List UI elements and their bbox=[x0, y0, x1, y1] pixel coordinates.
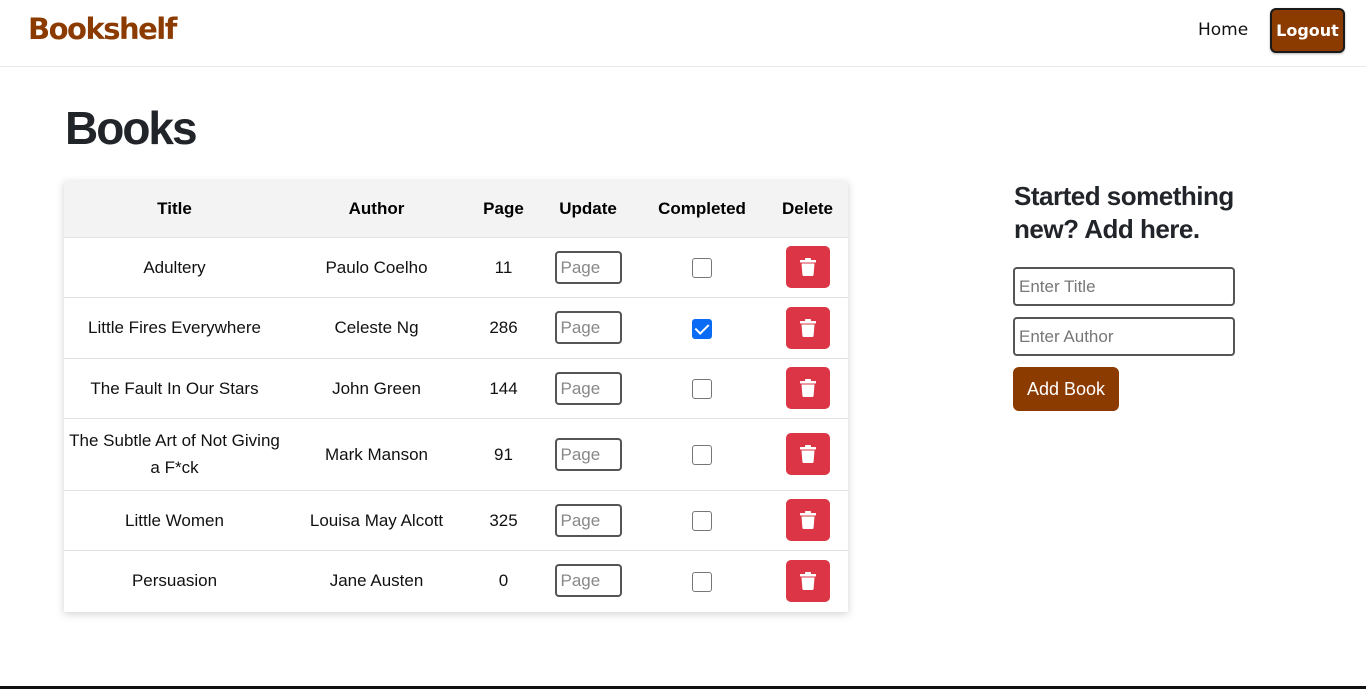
trash-icon bbox=[799, 258, 816, 276]
table-body: Adultery Paulo Coelho 11 Page Little Fires E… bbox=[64, 237, 848, 611]
table-row: The Subtle Art of Not Giving a F*ck Mark … bbox=[64, 418, 848, 490]
cell-delete bbox=[767, 490, 848, 550]
books-table: Title Author Page Update Completed Delet… bbox=[64, 181, 848, 611]
completed-checkbox[interactable] bbox=[692, 445, 712, 466]
cell-author: Paulo Coelho bbox=[325, 257, 428, 277]
trash-icon bbox=[799, 571, 816, 590]
page-update-input[interactable]: Page bbox=[554, 564, 622, 598]
table-row: Little Fires Everywhere Celeste Ng 286 Page bbox=[64, 297, 848, 358]
completed-checkbox[interactable] bbox=[692, 379, 712, 400]
table-row: Persuasion Jane Austen 0 Page bbox=[64, 550, 848, 611]
delete-button[interactable] bbox=[785, 246, 830, 288]
cell-update: Page bbox=[539, 550, 637, 611]
page-update-input[interactable]: Page bbox=[554, 437, 622, 471]
table-header-row: Title Author Page Update Completed Delet… bbox=[64, 181, 848, 237]
navbar: Bookshelf Home Logout bbox=[0, 0, 1366, 67]
cell-completed bbox=[637, 550, 767, 611]
cell-completed bbox=[637, 297, 767, 358]
column-header-title: Title bbox=[157, 198, 192, 218]
cell-author: Mark Manson bbox=[325, 444, 428, 464]
delete-button[interactable] bbox=[785, 433, 830, 475]
column-header-delete: Delete bbox=[781, 198, 834, 218]
cell-page: 0 bbox=[498, 571, 509, 591]
cell-delete bbox=[767, 358, 848, 418]
column-header-page: Page bbox=[483, 198, 524, 218]
completed-checkbox[interactable] bbox=[692, 258, 712, 279]
table-row: Little Women Louisa May Alcott 325 Page bbox=[64, 490, 848, 550]
cell-title: The Fault In Our Stars bbox=[90, 378, 259, 398]
page-update-input[interactable]: Page bbox=[554, 250, 622, 284]
delete-button[interactable] bbox=[785, 499, 830, 541]
cell-update: Page bbox=[539, 490, 637, 550]
cell-delete bbox=[767, 418, 848, 490]
add-book-heading: Started something new? Add here. bbox=[1014, 181, 1234, 244]
column-header-update: Update bbox=[559, 198, 617, 218]
delete-button[interactable] bbox=[785, 559, 830, 602]
logout-button[interactable]: Logout bbox=[1270, 8, 1345, 53]
cell-completed bbox=[637, 237, 767, 297]
cell-delete bbox=[767, 237, 848, 297]
enter-author-input[interactable]: Enter Author bbox=[1013, 317, 1235, 356]
column-header-author: Author bbox=[348, 198, 405, 218]
completed-checkbox[interactable] bbox=[692, 318, 712, 339]
brand-logo[interactable]: Bookshelf bbox=[28, 12, 177, 46]
enter-title-input[interactable]: Enter Title bbox=[1013, 267, 1235, 306]
cell-page: 91 bbox=[494, 444, 513, 464]
page-update-input[interactable]: Page bbox=[554, 371, 622, 405]
cell-update: Page bbox=[539, 297, 637, 358]
cell-page: 144 bbox=[489, 378, 518, 398]
cell-completed bbox=[637, 490, 767, 550]
trash-icon bbox=[799, 445, 816, 463]
delete-button[interactable] bbox=[785, 306, 830, 349]
cell-delete bbox=[767, 297, 848, 358]
cell-update: Page bbox=[539, 237, 637, 297]
cell-title: Persuasion bbox=[131, 571, 218, 591]
books-table-card: Title Author Page Update Completed Delet… bbox=[64, 181, 848, 612]
trash-icon bbox=[799, 318, 816, 337]
delete-button[interactable] bbox=[785, 367, 830, 409]
cell-page: 11 bbox=[494, 257, 513, 277]
page-update-input[interactable]: Page bbox=[554, 311, 622, 344]
cell-author: Jane Austen bbox=[329, 571, 424, 591]
cell-update: Page bbox=[539, 418, 637, 490]
cell-completed bbox=[637, 358, 767, 418]
table-row: The Fault In Our Stars John Green 144 Page bbox=[64, 358, 848, 418]
nav-home-link[interactable]: Home bbox=[1198, 20, 1248, 40]
cell-title: Adultery bbox=[143, 257, 206, 277]
cell-delete bbox=[767, 550, 848, 611]
completed-checkbox[interactable] bbox=[692, 571, 712, 592]
cell-page: 325 bbox=[489, 510, 518, 530]
cell-page: 286 bbox=[489, 318, 518, 337]
add-book-button[interactable]: Add Book bbox=[1013, 367, 1119, 411]
completed-checkbox[interactable] bbox=[692, 511, 712, 532]
trash-icon bbox=[799, 379, 816, 397]
cell-author: Celeste Ng bbox=[334, 318, 419, 337]
page-title: Books bbox=[65, 102, 198, 154]
cell-update: Page bbox=[539, 358, 637, 418]
cell-author: John Green bbox=[332, 378, 421, 398]
page-update-input[interactable]: Page bbox=[554, 503, 622, 537]
cell-title: The Subtle Art of Not Giving a F*ck bbox=[69, 431, 280, 477]
trash-icon bbox=[799, 511, 816, 529]
cell-author: Louisa May Alcott bbox=[309, 510, 444, 530]
cell-title: Little Women bbox=[125, 510, 224, 530]
table-row: Adultery Paulo Coelho 11 Page bbox=[64, 237, 848, 297]
cell-completed bbox=[637, 418, 767, 490]
cell-title: Little Fires Everywhere bbox=[88, 318, 261, 337]
column-header-completed: Completed bbox=[658, 198, 746, 218]
